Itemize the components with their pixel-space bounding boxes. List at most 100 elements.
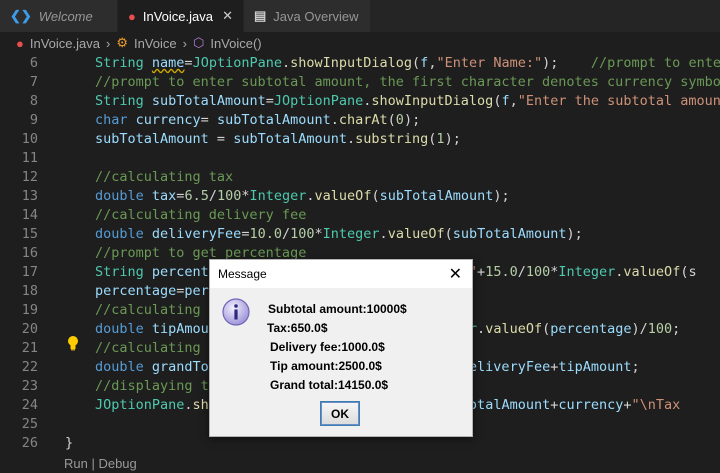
breadcrumb-method[interactable]: InVoice() bbox=[210, 36, 261, 51]
breadcrumb-separator: › bbox=[105, 35, 111, 51]
code-token: tax bbox=[151, 188, 177, 204]
line-number: 21 bbox=[21, 340, 38, 356]
line-number: 11 bbox=[21, 150, 38, 166]
code-token: double bbox=[95, 226, 152, 242]
code-line: 12 //calculating tax bbox=[0, 168, 720, 187]
document-icon: ▤ bbox=[254, 8, 267, 23]
run-debug-codelens[interactable]: Run | Debug bbox=[64, 456, 137, 471]
code-token: , bbox=[509, 93, 518, 109]
code-token: String bbox=[95, 264, 152, 280]
line-number: 14 bbox=[21, 207, 38, 223]
code-token: //prompt to enter subtotal amount, the f… bbox=[95, 74, 720, 90]
code-token: String bbox=[95, 55, 152, 71]
java-error-icon: ● bbox=[128, 8, 136, 24]
code-text: char currency= subTotalAmount.charAt(0); bbox=[95, 111, 420, 130]
ok-button[interactable]: OK bbox=[320, 401, 360, 426]
line-number: 19 bbox=[21, 302, 38, 318]
line-number: 17 bbox=[21, 264, 38, 280]
code-token: showInputDialog bbox=[371, 93, 494, 109]
code-token: / bbox=[208, 188, 217, 204]
code-token: //calculating tax bbox=[95, 169, 234, 185]
code-text: subTotalAmount = subTotalAmount.substrin… bbox=[95, 130, 461, 149]
breadcrumb-file[interactable]: InVoice.java bbox=[30, 36, 100, 51]
line-number: 16 bbox=[21, 245, 38, 261]
code-token: f bbox=[501, 93, 510, 109]
method-icon: ⬡ bbox=[192, 35, 205, 50]
code-token: ; bbox=[672, 321, 681, 337]
code-text: //displaying tr bbox=[95, 377, 217, 396]
code-token: } bbox=[65, 435, 74, 451]
code-line: 15 double deliveryFee=10.0/100*Integer.va… bbox=[0, 225, 720, 244]
code-token: //calculating delivery fee bbox=[95, 207, 307, 223]
code-token: ); bbox=[542, 55, 591, 71]
code-token: = bbox=[184, 55, 193, 71]
line-number: 26 bbox=[21, 435, 38, 451]
line-number: 18 bbox=[21, 283, 38, 299]
code-token: ); bbox=[444, 131, 461, 147]
tab-overview-label: Java Overview bbox=[273, 8, 359, 24]
code-token: //displaying tr bbox=[95, 378, 217, 394]
line-number: 24 bbox=[21, 397, 38, 413]
code-text: //calculating tax bbox=[95, 168, 233, 187]
message-dialog: Message ✕ Subtotal amount:10000$ Tax:650… bbox=[209, 259, 473, 437]
java-file-icon: ● bbox=[16, 35, 24, 51]
code-token: = bbox=[208, 131, 234, 147]
code-token: . bbox=[184, 397, 193, 413]
code-token: percentage bbox=[95, 283, 177, 299]
line-number: 25 bbox=[21, 416, 38, 432]
tab-welcome[interactable]: ❮❯ Welcome bbox=[0, 0, 117, 32]
code-token: subTotalAmount bbox=[151, 93, 266, 109]
code-token: )/ bbox=[631, 321, 648, 337]
code-token: JOptionPane bbox=[192, 55, 282, 71]
code-token: char bbox=[95, 112, 136, 128]
tab-invoice-java[interactable]: ● InVoice.java ✕ bbox=[118, 0, 243, 32]
message-line-delivery: Delivery fee:1000.0$ bbox=[270, 340, 385, 354]
code-token: subTotalAmount bbox=[379, 188, 494, 204]
code-token: charAt bbox=[338, 112, 388, 128]
close-tab-icon[interactable]: ✕ bbox=[222, 8, 233, 24]
code-token: tipAmount bbox=[558, 359, 632, 375]
code-token: ( bbox=[371, 188, 380, 204]
vscode-icon: ❮❯ bbox=[10, 8, 32, 23]
code-token: subTotalAmount bbox=[216, 112, 331, 128]
close-icon[interactable]: ✕ bbox=[449, 264, 462, 284]
code-line: 7 //prompt to enter subtotal amount, the … bbox=[0, 73, 720, 92]
breadcrumb: ● InVoice.java › ⚙ InVoice › ⬡ InVoice() bbox=[0, 32, 720, 54]
code-line: 11 bbox=[0, 149, 720, 168]
code-token: valueOf bbox=[623, 264, 681, 280]
code-token: substring bbox=[355, 131, 429, 147]
code-token: Integer bbox=[558, 264, 616, 280]
line-number: 22 bbox=[21, 359, 38, 375]
code-token: / bbox=[517, 264, 526, 280]
code-token: ( bbox=[542, 321, 551, 337]
tab-java-overview[interactable]: ▤ Java Overview bbox=[244, 0, 370, 32]
lightbulb-icon[interactable] bbox=[66, 335, 80, 351]
dialog-title: Message bbox=[218, 267, 267, 281]
code-token: ( bbox=[412, 55, 421, 71]
line-number: 15 bbox=[21, 226, 38, 242]
breadcrumb-separator: › bbox=[182, 35, 187, 51]
code-token: 1 bbox=[436, 131, 445, 147]
code-token: double bbox=[95, 359, 152, 375]
code-token: (s bbox=[680, 264, 697, 280]
code-token: name bbox=[151, 55, 185, 71]
breadcrumb-class[interactable]: InVoice bbox=[134, 36, 177, 51]
code-token: = bbox=[200, 112, 217, 128]
tab-bar: ❮❯ Welcome ● InVoice.java ✕ ▤ Java Overv… bbox=[0, 0, 720, 32]
code-token: ); bbox=[566, 226, 583, 242]
code-token: . bbox=[477, 321, 486, 337]
code-token: . bbox=[379, 226, 388, 242]
code-line: 10 subTotalAmount = subTotalAmount.substr… bbox=[0, 130, 720, 149]
code-token: "\nTax bbox=[631, 397, 681, 413]
code-text: //calculating t bbox=[95, 301, 217, 320]
code-token: = bbox=[265, 93, 274, 109]
code-token: //calculating g bbox=[95, 340, 217, 356]
code-text: percentage=perc bbox=[95, 282, 217, 301]
code-token: double bbox=[95, 321, 152, 337]
code-token: currency bbox=[558, 397, 624, 413]
line-number: 23 bbox=[21, 378, 38, 394]
dialog-titlebar[interactable]: Message ✕ bbox=[210, 260, 472, 288]
code-token: Integer bbox=[322, 226, 380, 242]
line-number: 8 bbox=[29, 93, 38, 109]
line-number: 7 bbox=[29, 74, 38, 90]
